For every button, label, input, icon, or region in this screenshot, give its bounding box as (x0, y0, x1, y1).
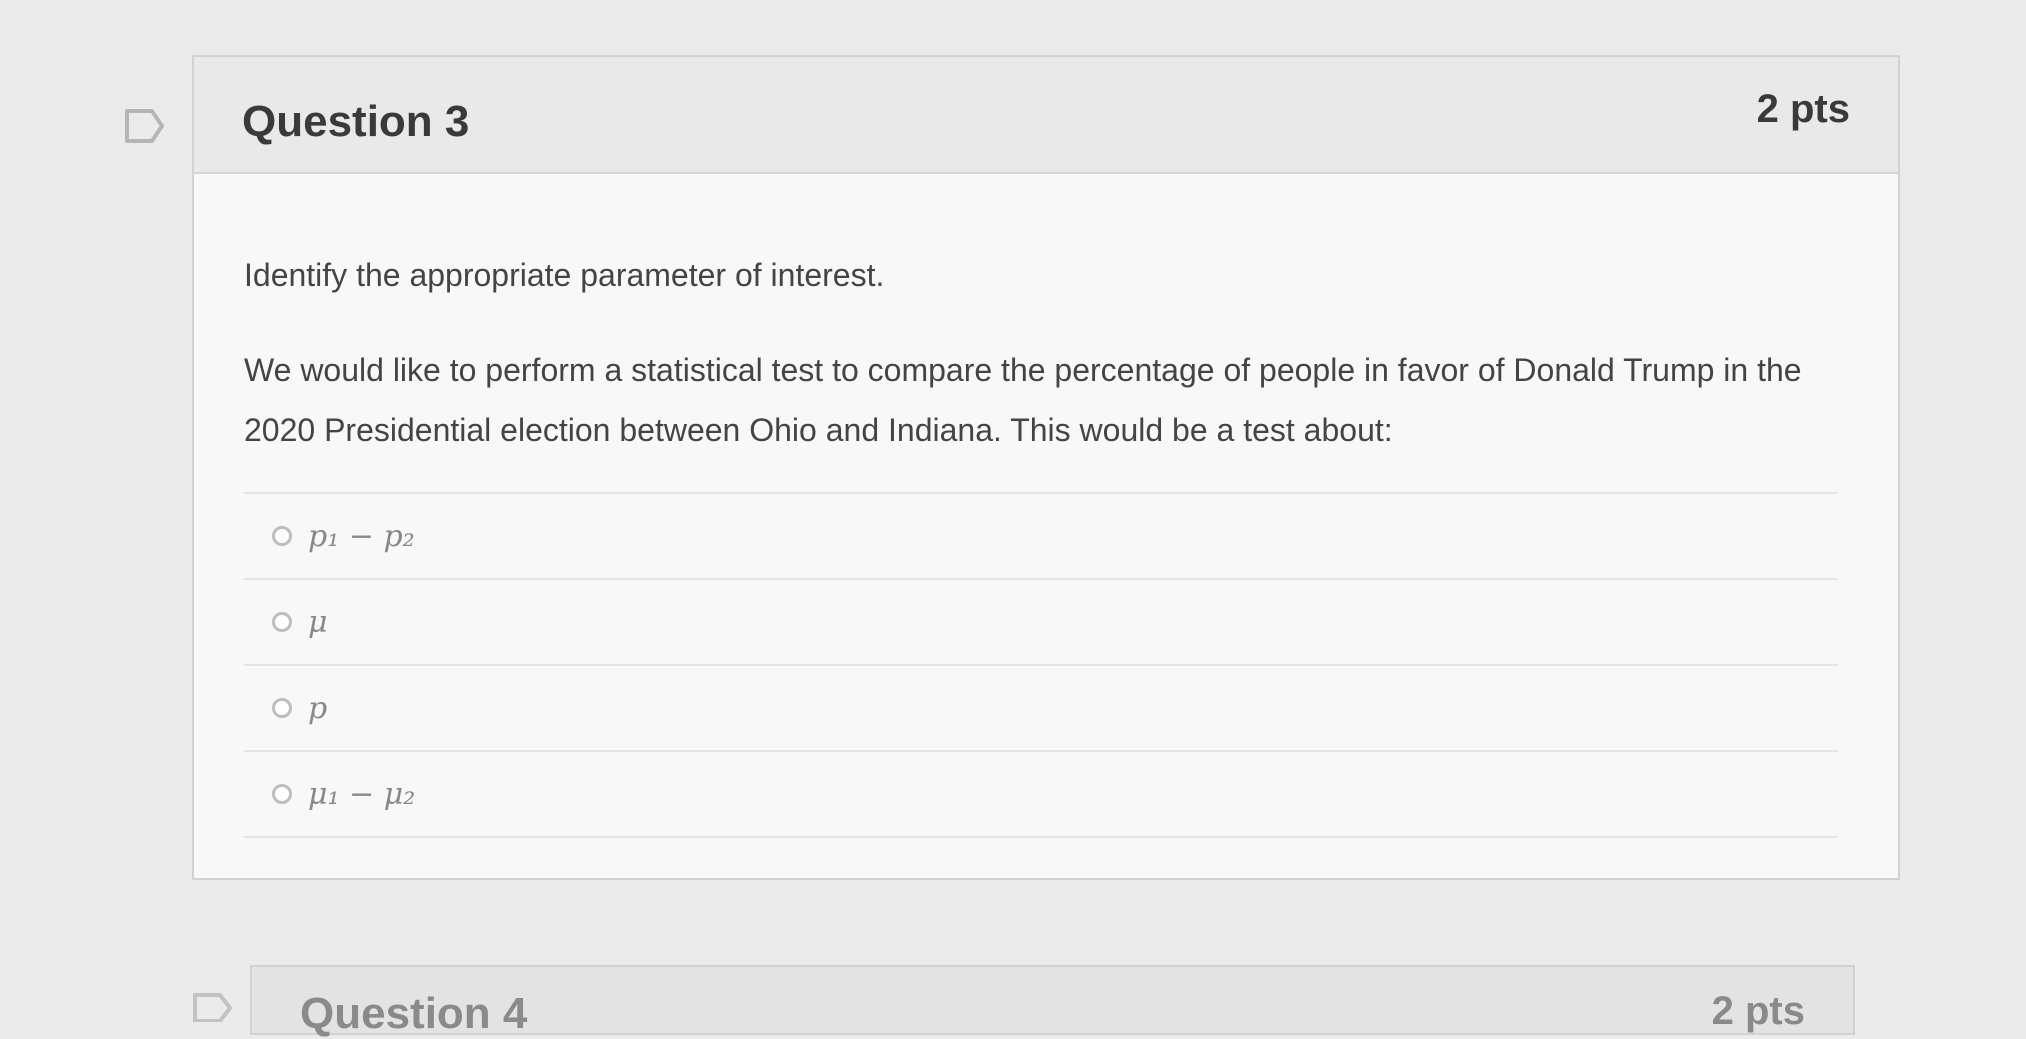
question-points: 2 pts (1711, 989, 1805, 1033)
radio-button-icon[interactable] (272, 612, 292, 632)
question-card-next: Question 4 2 pts (250, 965, 1855, 1038)
answer-label: μ (308, 604, 328, 640)
answer-option-p1-minus-p2[interactable]: p₁ − p₂ (244, 494, 1838, 580)
radio-button-icon[interactable] (272, 698, 292, 718)
answer-label: p₁ − p₂ (308, 518, 415, 554)
question-instruction: Identify the appropriate parameter of in… (244, 257, 885, 293)
question-title: Question 3 (242, 97, 470, 146)
radio-button-icon[interactable] (272, 526, 292, 546)
question-header: Question 3 2 pts (194, 57, 1898, 174)
flag-icon[interactable] (192, 992, 234, 1022)
answer-label: μ₁ − μ₂ (308, 776, 416, 812)
question-title: Question 4 (300, 989, 528, 1038)
answer-option-mu1-minus-mu2[interactable]: μ₁ − μ₂ (244, 752, 1838, 838)
question-body: Identify the appropriate parameter of in… (244, 257, 1828, 460)
flag-icon[interactable] (124, 108, 166, 144)
answer-list: p₁ − p₂ μ p μ₁ − μ₂ (244, 492, 1838, 838)
answer-option-mu[interactable]: μ (244, 580, 1838, 666)
question-card: Question 3 2 pts Identify the appropriat… (192, 55, 1900, 880)
question-text: We would like to perform a statistical t… (244, 352, 1802, 448)
answer-option-p[interactable]: p (244, 666, 1838, 752)
answer-label: p (308, 690, 328, 726)
question-points: 2 pts (1756, 87, 1850, 131)
radio-button-icon[interactable] (272, 784, 292, 804)
